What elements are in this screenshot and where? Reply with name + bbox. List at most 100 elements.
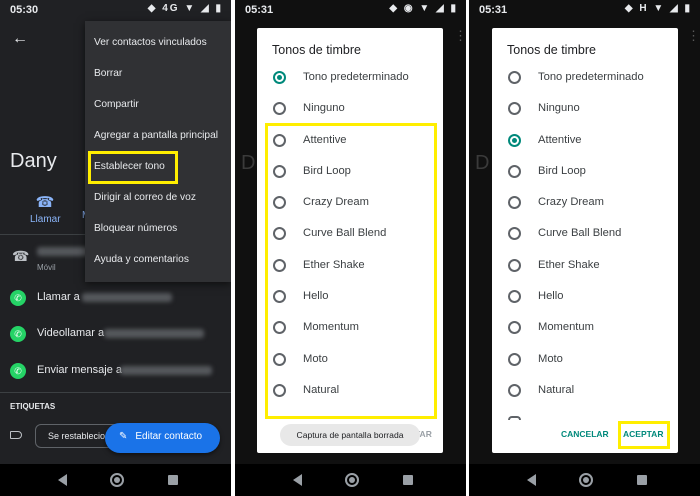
ringtone-option[interactable]: Tono predeterminado <box>257 68 443 90</box>
nav-bar <box>235 464 466 496</box>
highlight-box <box>88 151 178 184</box>
whatsapp-message-row[interactable]: ✆ Enviar mensaje a <box>0 360 231 382</box>
whatsapp-call-row[interactable]: ✆ Llamar a <box>0 287 231 309</box>
blurred-number <box>82 293 172 302</box>
radio-button[interactable] <box>273 71 286 84</box>
radio-button[interactable] <box>508 227 521 240</box>
radio-button[interactable] <box>508 71 521 84</box>
whatsapp-video-label: Videollamar a <box>37 327 105 339</box>
nav-back-icon[interactable] <box>58 474 67 486</box>
whatsapp-call-label: Llamar a <box>37 291 80 303</box>
label-icon <box>10 431 22 439</box>
status-icons: ◆ ◉ ▼ ◢ ▮ <box>389 3 458 14</box>
nav-back-icon[interactable] <box>527 474 536 486</box>
radio-button[interactable] <box>508 353 521 366</box>
status-bar: 05:30 ◆ 4G ▼ ◢ ▮ <box>0 0 231 20</box>
phone-icon: ☎ <box>35 194 55 211</box>
nav-bar <box>469 464 700 496</box>
edit-contact-button[interactable]: ✎ Editar contacto <box>105 423 220 453</box>
dialog-title: Tonos de timbre <box>507 43 596 57</box>
ringtone-option[interactable]: Momentum <box>492 318 678 340</box>
ringtone-option[interactable]: Hello <box>492 287 678 309</box>
background-name-fragment: D <box>241 152 256 174</box>
highlight-box <box>265 123 437 419</box>
ringtone-option[interactable]: Bird Loop <box>492 162 678 184</box>
whatsapp-video-row[interactable]: ✆ Videollamar a <box>0 323 231 345</box>
option-label: Bird Loop <box>538 165 586 177</box>
nav-home-icon[interactable] <box>579 473 593 487</box>
background-name-fragment: D <box>475 152 490 174</box>
status-time: 05:30 <box>10 4 39 16</box>
nav-home-icon[interactable] <box>110 473 124 487</box>
option-label: Ninguno <box>538 102 580 114</box>
radio-button[interactable] <box>273 102 286 115</box>
option-label: Hello <box>538 290 564 302</box>
more-vert-icon: ⋮ <box>454 28 466 43</box>
nav-recents-icon[interactable] <box>168 475 178 485</box>
menu-item-share[interactable]: Compartir <box>94 99 139 110</box>
option-label: Natural <box>538 384 575 396</box>
ringtone-dialog: Tonos de timbre Tono predeterminado Ning… <box>492 28 678 453</box>
edit-contact-label: Editar contacto <box>135 431 203 442</box>
status-time: 05:31 <box>245 4 274 16</box>
ringtone-option[interactable]: Ninguno <box>257 99 443 121</box>
nav-recents-icon[interactable] <box>637 475 647 485</box>
divider <box>0 392 231 393</box>
more-vert-icon: ⋮ <box>687 28 700 43</box>
phone-type-label: Móvil <box>37 263 56 272</box>
menu-item-voicemail[interactable]: Dirigir al correo de voz <box>94 192 196 203</box>
radio-button[interactable] <box>508 384 521 397</box>
ringtone-option[interactable]: Curve Ball Blend <box>492 224 678 246</box>
cancel-button[interactable]: CANCELAR <box>561 429 609 439</box>
labels-heading: ETIQUETAS <box>10 402 56 411</box>
radio-button[interactable] <box>508 134 521 147</box>
radio-button[interactable] <box>508 196 521 209</box>
option-label: Tono predeterminado <box>303 71 409 83</box>
option-label: Crazy Dream <box>538 196 604 208</box>
nav-home-icon[interactable] <box>345 473 359 487</box>
option-label: Moto <box>538 353 563 365</box>
arrow-back-icon[interactable]: ← <box>12 30 28 48</box>
status-bar: 05:31 ◆ H ▼ ◢ ▮ <box>469 0 700 20</box>
blurred-number <box>120 366 212 375</box>
nav-recents-icon[interactable] <box>403 475 413 485</box>
ringtone-option[interactable]: Attentive <box>492 131 678 153</box>
menu-item-add-homescreen[interactable]: Agregar a pantalla principal <box>94 130 218 141</box>
radio-button[interactable] <box>508 102 521 115</box>
ringtone-option[interactable]: Ninguno <box>492 99 678 121</box>
status-time: 05:31 <box>479 4 508 16</box>
menu-item-delete[interactable]: Borrar <box>94 68 122 79</box>
ringtone-option[interactable]: Crazy Dream <box>492 193 678 215</box>
dialog-title: Tonos de timbre <box>272 43 361 57</box>
ringtone-option[interactable]: Tono predeterminado <box>492 68 678 90</box>
call-label: Llamar <box>30 214 61 225</box>
option-label: Momentum <box>538 321 594 333</box>
radio-button[interactable] <box>508 259 521 272</box>
phone-icon: ☎ <box>12 248 30 264</box>
nav-bar <box>0 464 231 496</box>
status-bar: 05:31 ◆ ◉ ▼ ◢ ▮ <box>235 0 466 20</box>
menu-item-help[interactable]: Ayuda y comentarios <box>94 254 189 265</box>
whatsapp-icon: ✆ <box>10 363 26 379</box>
ringtone-option[interactable]: Moto <box>492 350 678 372</box>
blurred-number <box>104 329 204 338</box>
contact-name: Dany <box>10 150 57 172</box>
option-label: Curve Ball Blend <box>538 227 622 239</box>
menu-item-linked-contacts[interactable]: Ver contactos vinculados <box>94 37 207 48</box>
whatsapp-icon: ✆ <box>10 290 26 306</box>
nav-back-icon[interactable] <box>293 474 302 486</box>
ringtone-dialog-screen: 05:31 ◆ ◉ ▼ ◢ ▮ D ⋮ Tonos de timbre Tono… <box>235 0 466 496</box>
pencil-icon: ✎ <box>119 431 128 442</box>
call-button[interactable]: ☎ Llamar <box>30 193 61 225</box>
radio-button[interactable] <box>508 290 521 303</box>
ringtone-option[interactable]: Ether Shake <box>492 256 678 278</box>
menu-item-block[interactable]: Bloquear números <box>94 223 177 234</box>
status-icons: ◆ 4G ▼ ◢ ▮ <box>147 3 223 14</box>
option-label: Ether Shake <box>538 259 600 271</box>
status-icons: ◆ H ▼ ◢ ▮ <box>624 3 692 14</box>
radio-button[interactable] <box>508 321 521 334</box>
ringtone-option[interactable]: Natural <box>492 381 678 403</box>
ringtone-dialog-screen: 05:31 ◆ H ▼ ◢ ▮ D ⋮ Tonos de timbre Tono… <box>469 0 700 496</box>
radio-button[interactable] <box>508 165 521 178</box>
whatsapp-message-label: Enviar mensaje a <box>37 364 122 376</box>
